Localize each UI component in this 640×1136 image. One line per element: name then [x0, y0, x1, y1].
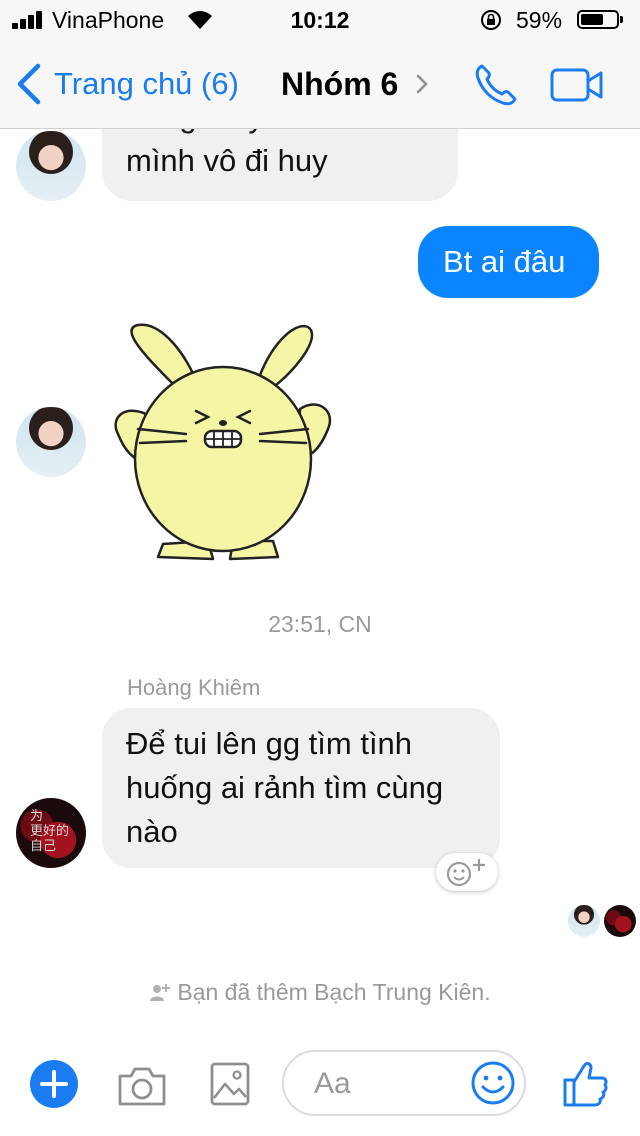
phone-icon[interactable] [472, 61, 520, 109]
add-person-icon [150, 984, 171, 1001]
plus-icon [40, 1070, 68, 1098]
message-bubble-outgoing[interactable]: Bt ai đâu [418, 226, 599, 298]
message-bubble-incoming[interactable]: Để tui lên gg tìm tình huống ai rảnh tìm… [102, 708, 500, 868]
image-icon[interactable] [210, 1062, 250, 1106]
back-label: Trang chủ (6) [54, 66, 239, 101]
message-input-box[interactable] [282, 1050, 526, 1116]
system-note: Bạn đã thêm Bạch Trung Kiên. [0, 979, 640, 1006]
avatar-caption: 为 更好的 自己 [30, 808, 70, 853]
chevron-left-icon [17, 63, 41, 105]
system-note-text: Bạn đã thêm Bạch Trung Kiên. [177, 979, 491, 1005]
battery-icon [577, 10, 623, 29]
seen-avatar [604, 905, 636, 937]
message-text: Tùng mấy đứa nhóm [126, 129, 414, 139]
composer-bar [0, 1034, 640, 1136]
message-input[interactable] [312, 1064, 466, 1104]
yellow-bunny-sticker[interactable] [108, 319, 338, 564]
conversation-header: Trang chủ (6) Nhóm 6 [0, 40, 640, 129]
camera-icon[interactable] [116, 1064, 168, 1108]
message-timestamp: 23:51, CN [268, 611, 372, 637]
emoji-add-icon [446, 859, 485, 887]
chevron-right-icon[interactable] [414, 72, 430, 96]
avatar[interactable] [16, 131, 86, 201]
back-button[interactable]: Trang chủ (6) [14, 62, 239, 106]
rotation-lock-icon [481, 10, 501, 30]
message-text: mình vô đi huy [126, 143, 328, 178]
message-text: Bt ai đâu [443, 244, 566, 279]
message-text: huống ai rảnh tìm cùng [126, 770, 444, 805]
emoji-icon[interactable] [470, 1060, 516, 1106]
message-bubble-incoming[interactable]: Tùng mấy đứa nhóm mình vô đi huy [102, 129, 458, 201]
sender-name: Hoàng Khiêm [127, 675, 261, 700]
thumbs-up-icon[interactable] [562, 1060, 608, 1108]
status-bar: VinaPhone 10:12 59% [0, 0, 640, 40]
message-text: Để tui lên gg tìm tình [126, 726, 413, 761]
avatar[interactable] [16, 407, 86, 477]
message-text: nào [126, 814, 178, 849]
video-icon[interactable] [550, 68, 604, 102]
avatar[interactable]: 为 更好的 自己 [16, 798, 86, 868]
message-list[interactable]: Tùng mấy đứa nhóm mình vô đi huy Bt ai đ… [0, 129, 640, 1034]
seen-avatar [568, 905, 600, 937]
add-reaction-button[interactable] [436, 853, 498, 891]
plus-button[interactable] [30, 1060, 78, 1108]
conversation-title[interactable]: Nhóm 6 [281, 66, 398, 103]
battery-percent: 59% [516, 7, 563, 33]
